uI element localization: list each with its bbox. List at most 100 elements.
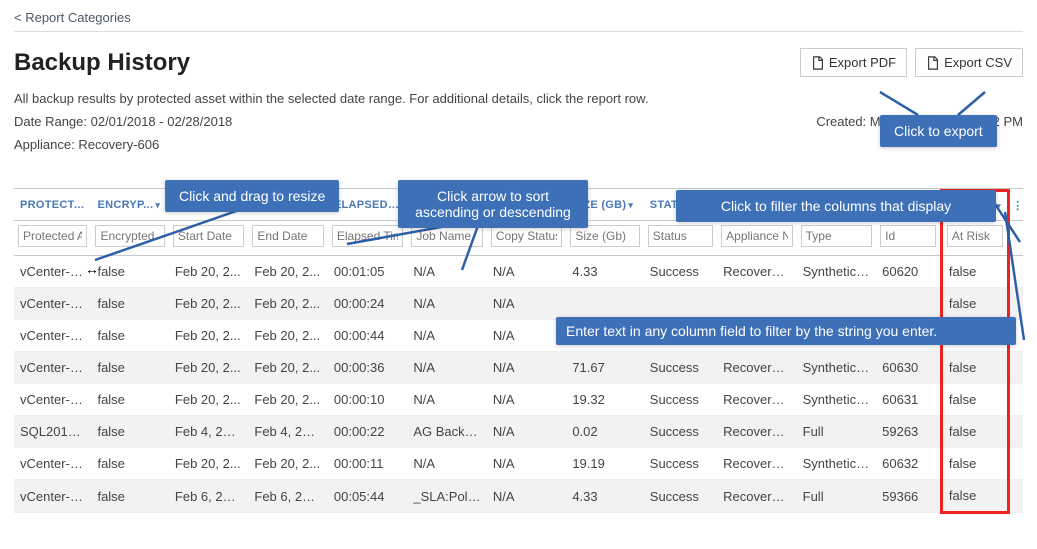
cell-id: 60630 [876, 352, 941, 384]
cell-job: N/A [407, 448, 486, 480]
table-row[interactable]: vCenter-R...falseFeb 20, 2...Feb 20, 2..… [14, 448, 1023, 480]
cell-end: Feb 4, 201... [248, 416, 327, 448]
cell-encrypted: false [91, 480, 168, 513]
callout-export: Click to export [880, 115, 997, 147]
column-filter-input[interactable] [411, 225, 482, 247]
description-text: All backup results by protected asset wi… [14, 91, 1023, 106]
cell-start: Feb 20, 2... [169, 288, 248, 320]
column-header[interactable]: ENCRYP...▾ [91, 191, 168, 221]
column-picker-button[interactable]: ⋮≡ [1009, 191, 1023, 221]
table-row[interactable]: SQL2017A...falseFeb 4, 201...Feb 4, 201.… [14, 416, 1023, 448]
sort-arrow-icon[interactable]: ▾ [628, 200, 633, 210]
cell-status: Success [644, 416, 717, 448]
cell-protected: vCenter-R... [14, 352, 91, 384]
cell-size [566, 288, 643, 320]
cell-start: Feb 4, 201... [169, 416, 248, 448]
table-row[interactable]: vCenter-R...falseFeb 20, 2...Feb 20, 2..… [14, 384, 1023, 416]
column-header-label: PROTECT... [20, 199, 84, 211]
column-filter-input[interactable] [252, 225, 323, 247]
column-filter-input[interactable] [801, 225, 872, 247]
cell-atrisk: false [941, 448, 1008, 480]
cell-start: Feb 20, 2... [169, 352, 248, 384]
cell-type: Synthetic ... [797, 448, 876, 480]
cell-copy: N/A [487, 288, 566, 320]
callout-entertext: Enter text in any column field to filter… [556, 317, 1016, 345]
cell-id: 60631 [876, 384, 941, 416]
cell-atrisk: false [941, 352, 1008, 384]
cell-status: Success [644, 384, 717, 416]
column-filter-input[interactable] [648, 225, 713, 247]
cell-appliance: Recovery-... [717, 416, 796, 448]
sort-arrow-icon[interactable]: ▾ [86, 200, 91, 210]
column-filter-input[interactable] [880, 225, 936, 247]
export-csv-button[interactable]: Export CSV [915, 48, 1023, 77]
resize-cursor-icon: ↔ [85, 261, 99, 277]
column-filter-input[interactable] [332, 225, 403, 247]
cell-copy: N/A [487, 352, 566, 384]
export-csv-label: Export CSV [944, 55, 1012, 70]
cell-protected: vCenter-R... [14, 480, 91, 513]
export-pdf-button[interactable]: Export PDF [800, 48, 907, 77]
table-row[interactable]: vCenter-R...falseFeb 20, 2...Feb 20, 2..… [14, 288, 1023, 320]
cell-protected: vCenter-R... [14, 256, 91, 288]
table-row[interactable]: vCenter-R...falseFeb 20, 2...Feb 20, 2..… [14, 256, 1023, 288]
cell-elapsed: 00:00:44 [328, 320, 407, 352]
cell-end: Feb 20, 2... [248, 448, 327, 480]
cell-end: Feb 6, 201... [248, 480, 327, 513]
cell-size: 4.33 [566, 480, 643, 513]
cell-atrisk: false [941, 416, 1008, 448]
callout-filtercols: Click to filter the columns that display [676, 190, 996, 222]
cell-start: Feb 20, 2... [169, 448, 248, 480]
cell-job: _SLA:Poli... [407, 480, 486, 513]
column-filter-input[interactable] [947, 225, 1003, 247]
cell-copy: N/A [487, 448, 566, 480]
table-row[interactable]: vCenter-R...falseFeb 20, 2...Feb 20, 2..… [14, 352, 1023, 384]
cell-job: N/A [407, 352, 486, 384]
cell-size: 19.32 [566, 384, 643, 416]
cell-start: Feb 20, 2... [169, 384, 248, 416]
cell-encrypted: false [91, 352, 168, 384]
cell-copy: N/A [487, 416, 566, 448]
sort-arrow-icon[interactable]: ▾ [996, 201, 1001, 211]
cell-atrisk: false [941, 480, 1008, 513]
cell-protected: vCenter-R... [14, 320, 91, 352]
cell-encrypted: false [91, 448, 168, 480]
column-header[interactable]: PROTECT...▾ [14, 191, 91, 221]
cell-elapsed: 00:00:24 [328, 288, 407, 320]
cell-type: Synthetic ... [797, 384, 876, 416]
cell-job: N/A [407, 320, 486, 352]
cell-size: 0.02 [566, 416, 643, 448]
column-filter-input[interactable] [95, 225, 164, 247]
column-filter-input[interactable] [721, 225, 792, 247]
table-row[interactable]: vCenter-R...falseFeb 6, 201...Feb 6, 201… [14, 480, 1023, 513]
cell-encrypted: false [91, 256, 168, 288]
cell-type: Full [797, 416, 876, 448]
cell-elapsed: 00:05:44 [328, 480, 407, 513]
breadcrumb-back[interactable]: < Report Categories [14, 10, 1023, 32]
cell-atrisk: false [941, 288, 1008, 320]
column-filter-input[interactable] [18, 225, 87, 247]
cell-elapsed: 00:00:11 [328, 448, 407, 480]
cell-job: AG Backu... [407, 416, 486, 448]
cell-elapsed: 00:00:10 [328, 384, 407, 416]
column-filter-input[interactable] [570, 225, 639, 247]
column-filter-input[interactable] [491, 225, 562, 247]
sort-arrow-icon[interactable]: ▾ [155, 200, 160, 210]
appliance-text: Appliance: Recovery-606 [14, 137, 1023, 152]
cell-id: 59263 [876, 416, 941, 448]
cell-appliance: Recovery-... [717, 352, 796, 384]
cell-start: Feb 6, 201... [169, 480, 248, 513]
cell-status: Success [644, 480, 717, 513]
callout-resize: Click and drag to resize [165, 180, 339, 212]
callout-sort: Click arrow to sort ascending or descend… [398, 180, 588, 228]
cell-start: Feb 20, 2... [169, 320, 248, 352]
backup-history-table: PROTECT...▾ENCRYP...▾START D...▾END DAT.… [14, 189, 1023, 514]
cell-job: N/A [407, 256, 486, 288]
cell-appliance: Recovery-... [717, 256, 796, 288]
cell-protected: vCenter-R... [14, 288, 91, 320]
cell-atrisk: false [941, 384, 1008, 416]
column-filter-input[interactable] [173, 225, 244, 247]
cell-elapsed: 00:00:36 [328, 352, 407, 384]
page-title: Backup History [14, 49, 190, 77]
column-header[interactable]: ELAPSED...▾ [328, 191, 407, 221]
